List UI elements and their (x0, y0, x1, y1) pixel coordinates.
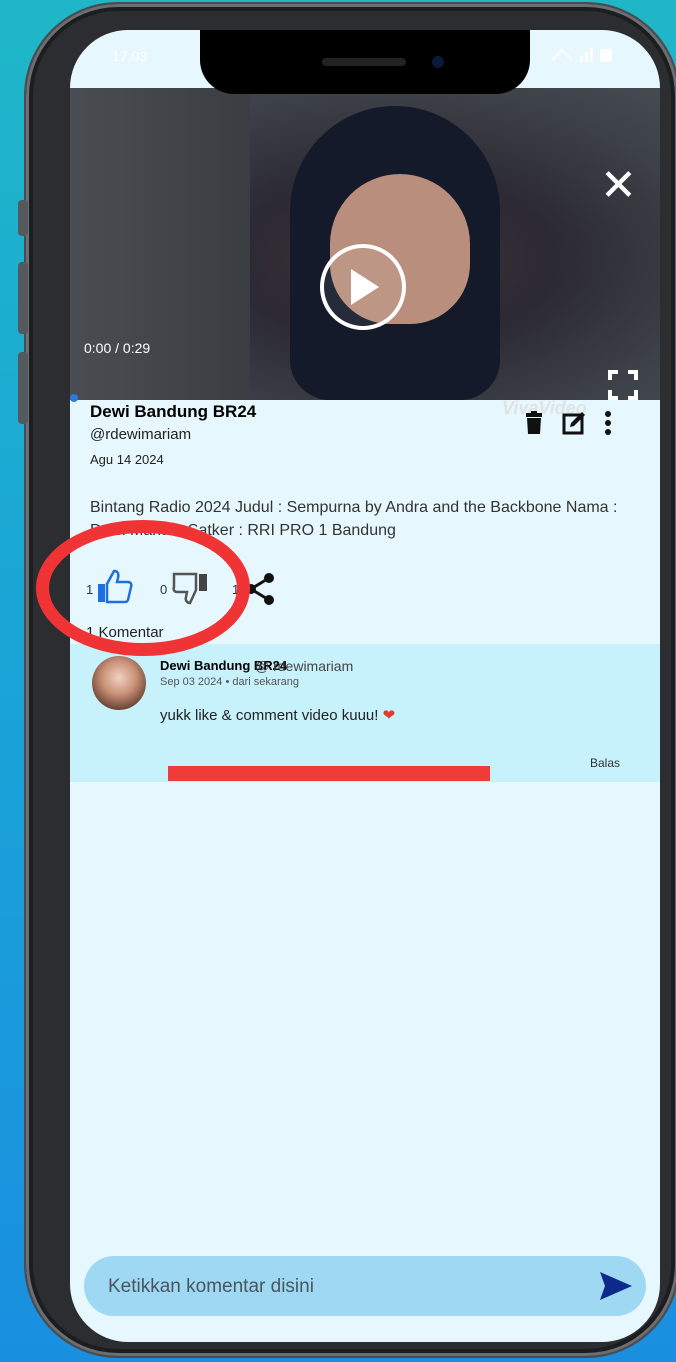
reply-button[interactable]: Balas (590, 756, 620, 770)
heart-icon: ❤ (382, 707, 396, 724)
volume-up-button (18, 262, 28, 334)
speaker (322, 58, 406, 66)
comment-item: Dewi Bandung BR24 @ rdewimariam Sep 03 2… (70, 644, 660, 782)
status-icons (538, 46, 618, 67)
close-icon[interactable]: ✕ (600, 164, 637, 208)
avatar[interactable] (92, 656, 146, 710)
post-author-name[interactable]: Dewi Bandung BR24 (90, 402, 256, 422)
trash-icon[interactable] (524, 411, 544, 435)
app-screen: ✕ VivaVideo 0:00 / 0:29 17.03 Dewi Bandu… (70, 30, 660, 1342)
highlight-underline (168, 766, 490, 781)
comment-text: yukk like & comment video kuuu! (160, 707, 383, 724)
comment-text-row: yukk like & comment video kuuu! ❤ (160, 706, 395, 724)
comment-composer (84, 1256, 646, 1316)
play-button[interactable] (320, 244, 406, 330)
video-progress-handle[interactable] (70, 394, 78, 402)
notch (200, 30, 530, 94)
comment-date: Sep 03 2024 • dari sekarang (160, 676, 300, 688)
comment-author-handle[interactable]: @ rdewimariam (255, 658, 353, 674)
volume-down-button (18, 352, 28, 424)
more-options-icon[interactable] (604, 410, 612, 436)
signal-wifi-battery-icon (551, 48, 612, 62)
edit-icon[interactable] (562, 411, 586, 435)
comment-input[interactable] (106, 1270, 580, 1304)
play-icon (351, 269, 379, 305)
post-date: Agu 14 2024 (90, 452, 164, 467)
highlight-circle (36, 520, 250, 656)
video-player[interactable]: ✕ VivaVideo (70, 88, 660, 418)
post-actions (524, 410, 612, 436)
front-camera (432, 56, 444, 68)
video-time: 0:00 / 0:29 (84, 340, 151, 356)
send-icon[interactable] (598, 1270, 634, 1302)
side-button (18, 200, 28, 236)
post-author-handle[interactable]: @rdewimariam (90, 426, 191, 443)
status-time: 17.03 (112, 48, 148, 64)
fullscreen-icon[interactable] (608, 370, 638, 400)
